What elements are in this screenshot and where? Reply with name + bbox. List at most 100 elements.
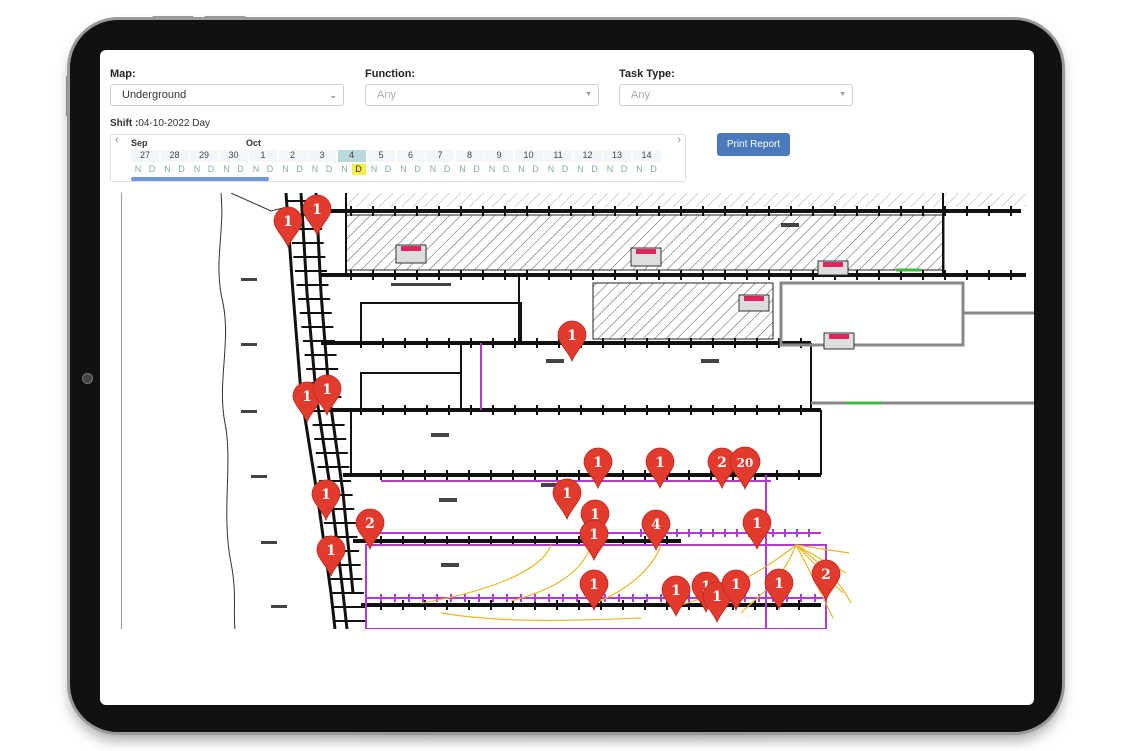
shift-day-13[interactable]: D <box>529 164 543 175</box>
map-select-value: Underground <box>122 89 187 101</box>
map-marker-count: 1 <box>302 389 312 405</box>
underground-map[interactable]: 1111111122012141111111121 <box>121 193 1034 629</box>
shift-night-12[interactable]: N <box>485 164 499 175</box>
shift-night-15[interactable]: N <box>574 164 588 175</box>
shift-night-16[interactable]: N <box>603 164 617 175</box>
chevron-down-icon: ⌄ <box>329 90 337 100</box>
shift-day-15[interactable]: D <box>588 164 602 175</box>
calendar-day-11[interactable]: 8 <box>455 150 484 162</box>
map-marker-count: 4 <box>651 517 661 533</box>
shift-night-1[interactable]: N <box>161 164 175 175</box>
shift-day-16[interactable]: D <box>617 164 631 175</box>
shift-night-7[interactable]: N <box>338 164 352 175</box>
shift-day-12[interactable]: D <box>499 164 513 175</box>
map-marker[interactable]: 1 <box>579 519 609 562</box>
calendar-day-6[interactable]: 3 <box>308 150 336 162</box>
shift-day-9[interactable]: D <box>411 164 425 175</box>
shift-day-17[interactable]: D <box>647 164 661 175</box>
function-label: Function: <box>365 68 416 80</box>
shift-day-14[interactable]: D <box>558 164 572 175</box>
shift-night-8[interactable]: N <box>367 164 381 175</box>
shift-day-2[interactable]: D <box>204 164 218 175</box>
shift-day-5[interactable]: D <box>293 164 307 175</box>
calendar-scrollbar[interactable] <box>131 177 269 181</box>
map-label: Map: <box>110 68 136 80</box>
camera-icon <box>82 373 93 384</box>
calendar-prev-icon[interactable]: ‹ <box>115 134 119 146</box>
shift-calendar: ‹ › Sep Oct 27 N D 28 N D 29 N D 30 N D 1 N D 2 N D 3 N D 4 N D… <box>110 134 686 182</box>
caret-down-icon: ▼ <box>839 91 846 98</box>
mine-drawing: 1111111122012141111111121 <box>121 193 1034 629</box>
map-marker[interactable]: 1 <box>557 320 587 363</box>
task-type-label: Task Type: <box>619 68 675 80</box>
calendar-day-7[interactable]: 4 <box>337 150 366 162</box>
calendar-day-0[interactable]: 27 <box>131 150 159 162</box>
map-marker[interactable]: 1 <box>311 479 341 522</box>
calendar-day-17[interactable]: 14 <box>632 150 661 162</box>
shift-day-8[interactable]: D <box>381 164 395 175</box>
shift-night-14[interactable]: N <box>544 164 558 175</box>
map-marker[interactable]: 20 <box>729 446 761 491</box>
shift-night-10[interactable]: N <box>426 164 440 175</box>
shift-night-13[interactable]: N <box>515 164 529 175</box>
print-report-button[interactable]: Print Report <box>717 133 790 156</box>
shift-day-11[interactable]: D <box>470 164 484 175</box>
task-type-select[interactable]: Any ▼ <box>619 84 853 106</box>
shift-day-10[interactable]: D <box>440 164 454 175</box>
map-marker-count: 2 <box>821 567 831 583</box>
calendar-day-15[interactable]: 12 <box>573 150 602 162</box>
calendar-day-14[interactable]: 11 <box>544 150 572 162</box>
function-select[interactable]: Any ▼ <box>365 84 599 106</box>
calendar-day-1[interactable]: 28 <box>160 150 189 162</box>
shift-day-3[interactable]: D <box>234 164 248 175</box>
shift-night-11[interactable]: N <box>456 164 470 175</box>
map-marker-count: 1 <box>671 583 681 599</box>
map-marker-count: 1 <box>752 516 762 532</box>
shift-label: Shift : <box>110 118 139 129</box>
map-marker-count: 1 <box>593 455 603 471</box>
map-marker-count: 1 <box>589 527 599 543</box>
calendar-day-3[interactable]: 30 <box>219 150 248 162</box>
function-select-placeholder: Any <box>377 89 396 101</box>
calendar-day-8[interactable]: 5 <box>367 150 395 162</box>
shift-night-3[interactable]: N <box>220 164 234 175</box>
map-marker-count: 2 <box>365 516 375 532</box>
map-marker-count: 1 <box>321 487 331 503</box>
map-marker-count: 1 <box>567 328 577 344</box>
calendar-day-4[interactable]: 1 <box>249 150 277 162</box>
shift-night-4[interactable]: N <box>249 164 263 175</box>
calendar-day-10[interactable]: 7 <box>426 150 454 162</box>
shift-night-9[interactable]: N <box>397 164 411 175</box>
map-marker[interactable]: 1 <box>273 206 303 249</box>
map-select[interactable]: Underground ⌄ <box>110 84 344 106</box>
map-marker-count: 1 <box>562 486 572 502</box>
shift-day-4[interactable]: D <box>263 164 277 175</box>
shift-day-6[interactable]: D <box>322 164 336 175</box>
shift-night-0[interactable]: N <box>131 164 145 175</box>
calendar-day-12[interactable]: 9 <box>485 150 513 162</box>
calendar-day-16[interactable]: 13 <box>603 150 631 162</box>
map-marker[interactable]: 1 <box>552 478 582 521</box>
month-label-sep: Sep <box>131 138 148 148</box>
calendar-day-5[interactable]: 2 <box>278 150 307 162</box>
task-type-select-placeholder: Any <box>631 89 650 101</box>
map-marker-count: 1 <box>655 455 665 471</box>
map-marker[interactable]: 2 <box>811 559 841 602</box>
shift-night-2[interactable]: N <box>190 164 204 175</box>
map-marker-count: 1 <box>589 577 599 593</box>
shift-night-5[interactable]: N <box>279 164 293 175</box>
map-marker-count: 1 <box>731 577 741 593</box>
shift-night-6[interactable]: N <box>308 164 322 175</box>
shift-day-0[interactable]: D <box>145 164 159 175</box>
map-marker-count: 1 <box>774 576 784 592</box>
map-marker-count: 1 <box>712 589 722 605</box>
calendar-day-9[interactable]: 6 <box>396 150 425 162</box>
map-marker-count: 20 <box>737 456 754 470</box>
map-marker-count: 1 <box>283 214 293 230</box>
calendar-day-2[interactable]: 29 <box>190 150 218 162</box>
shift-day-7[interactable]: D <box>351 164 366 175</box>
shift-day-1[interactable]: D <box>175 164 189 175</box>
calendar-day-13[interactable]: 10 <box>514 150 543 162</box>
shift-night-17[interactable]: N <box>633 164 647 175</box>
calendar-next-icon[interactable]: › <box>677 134 681 146</box>
